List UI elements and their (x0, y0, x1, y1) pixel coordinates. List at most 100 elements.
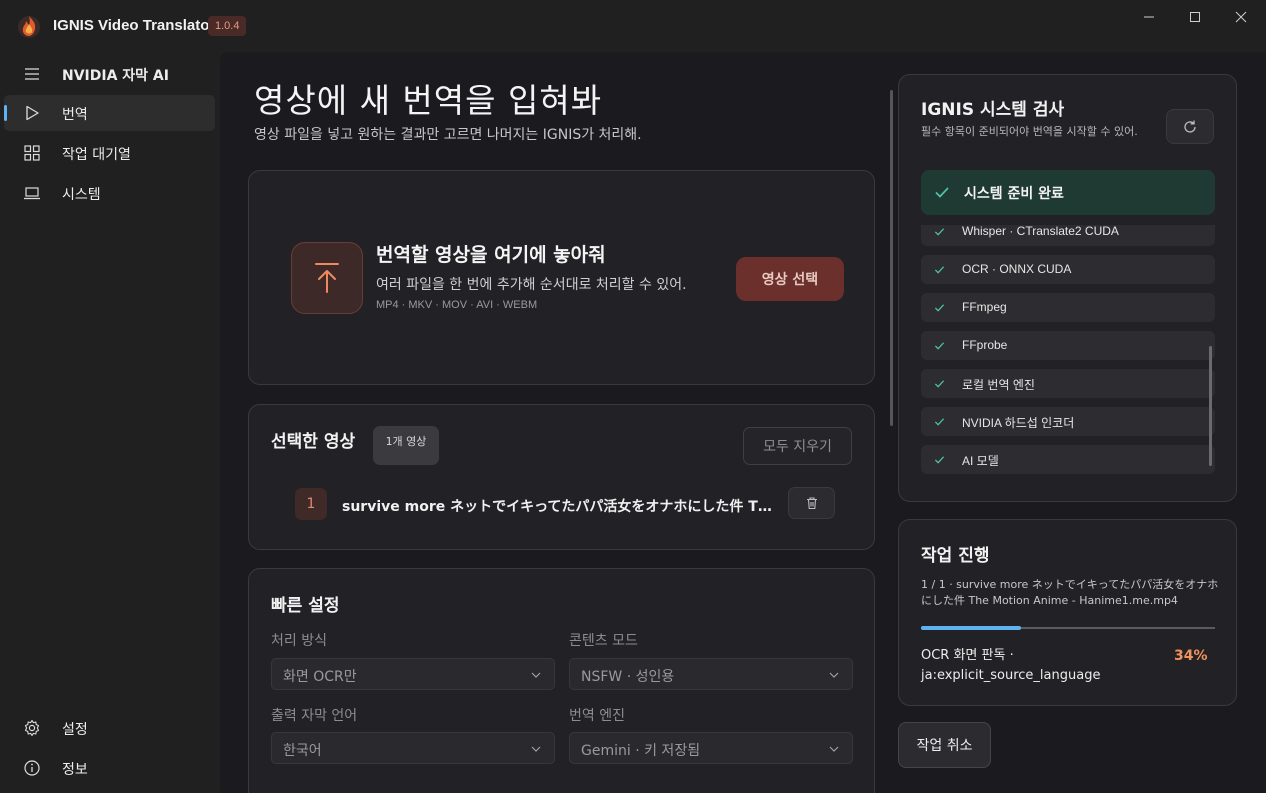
select-value: 화면 OCR만 (283, 669, 357, 685)
select-value: NSFW · 성인용 (581, 669, 675, 685)
quick-settings-title: 빠른 설정 (271, 596, 340, 616)
progress-percent: 34% (1174, 648, 1208, 664)
minimize-icon (1144, 16, 1154, 18)
content-mode-label: 콘텐츠 모드 (569, 633, 638, 649)
page-subtitle: 영상 파일을 넣고 원하는 결과만 고르면 나머지는 IGNIS가 처리해. (254, 127, 642, 143)
sidebar-item-info[interactable]: 정보 (4, 750, 215, 786)
flame-logo-icon (18, 16, 40, 38)
check-item-label: 로컬 번역 엔진 (962, 378, 1035, 392)
supported-formats: MP4 · MKV · MOV · AVI · WEBM (376, 299, 538, 311)
close-icon (1235, 11, 1247, 23)
check-icon (934, 228, 945, 236)
info-icon (24, 760, 40, 776)
system-ready-banner: 시스템 준비 완료 (921, 170, 1215, 215)
version-badge: 1.0.4 (208, 16, 247, 36)
system-ready-text: 시스템 준비 완료 (964, 186, 1064, 202)
sidebar-item-label: 정보 (62, 762, 88, 778)
main-scrollbar[interactable] (890, 90, 893, 426)
output-language-select[interactable]: 한국어 (271, 732, 555, 764)
select-value: Gemini · 키 저장됨 (581, 743, 701, 759)
check-item-ocr: OCR · ONNX CUDA (921, 255, 1215, 284)
check-item-label: AI 모델 (962, 454, 999, 468)
check-icon (934, 304, 945, 312)
job-progress-card: 작업 진행 1 / 1 · survive more ネットでイキってたパパ活女… (898, 519, 1237, 706)
upload-icon-box (291, 242, 363, 314)
progress-bar (921, 626, 1215, 630)
sidebar-item-label: 시스템 (62, 187, 101, 203)
check-icon (934, 418, 945, 426)
selected-videos-title: 선택한 영상 (271, 432, 356, 452)
check-icon (934, 266, 945, 274)
check-list-scrollbar[interactable] (1209, 346, 1212, 466)
check-item-ai-model: AI 모델 (921, 445, 1215, 474)
grid-icon (24, 145, 40, 161)
refresh-button[interactable] (1166, 109, 1214, 144)
system-check-description: 필수 항목이 준비되어야 번역을 시작할 수 있어. (921, 125, 1138, 138)
sidebar-item-label: 설정 (62, 722, 88, 738)
close-window-button[interactable] (1218, 6, 1264, 28)
main-content: 영상에 새 번역을 입혀봐 영상 파일을 넣고 원하는 결과만 고르면 나머지는… (220, 52, 1266, 793)
progress-bar-fill (921, 626, 1021, 630)
chevron-down-icon (531, 746, 541, 752)
content-mode-select[interactable]: NSFW · 성인용 (569, 658, 853, 690)
sidebar-item-queue[interactable]: 작업 대기열 (4, 135, 215, 171)
minimize-button[interactable] (1126, 6, 1172, 28)
check-item-ffprobe: FFprobe (921, 331, 1215, 360)
chevron-down-icon (829, 672, 839, 678)
check-item-whisper: Whisper · CTranslate2 CUDA (921, 225, 1215, 246)
translation-engine-label: 번역 엔진 (569, 708, 625, 724)
select-value: 한국어 (283, 743, 322, 759)
file-index-badge: 1 (295, 488, 327, 520)
check-icon (934, 342, 945, 350)
check-icon (934, 456, 945, 464)
file-name: survive more ネットでイキってたパパ活女をオナホにした件 The M… (342, 499, 772, 515)
chevron-down-icon (531, 672, 541, 678)
delete-file-button[interactable] (788, 487, 835, 519)
sidebar-item-translate[interactable]: 번역 (4, 95, 215, 131)
check-item-label: Whisper · CTranslate2 CUDA (962, 225, 1119, 238)
refresh-icon (1184, 120, 1196, 133)
maximize-button[interactable] (1172, 6, 1218, 28)
check-item-label: OCR · ONNX CUDA (962, 262, 1072, 276)
system-check-title: IGNIS 시스템 검사 (921, 100, 1065, 120)
video-dropzone[interactable]: 번역할 영상을 여기에 놓아줘 여러 파일을 한 번에 추가해 순서대로 처리할… (248, 170, 875, 385)
video-count-badge: 1개 영상 (373, 426, 439, 465)
system-check-list: Whisper · CTranslate2 CUDA OCR · ONNX CU… (921, 225, 1215, 483)
cancel-job-button[interactable]: 작업 취소 (898, 722, 991, 768)
sidebar-item-label: 번역 (62, 107, 88, 123)
check-item-label: FFmpeg (962, 300, 1007, 314)
maximize-icon (1190, 12, 1200, 22)
title-bar: IGNIS Video Translator 1.0.4 (0, 0, 1266, 52)
progress-title: 작업 진행 (921, 546, 990, 566)
sidebar-menu-toggle[interactable]: NVIDIA 자막 AI (4, 56, 215, 92)
play-icon (26, 105, 39, 121)
clear-all-button[interactable]: 모두 지우기 (743, 427, 852, 465)
processing-mode-select[interactable]: 화면 OCR만 (271, 658, 555, 690)
dropzone-description: 여러 파일을 한 번에 추가해 순서대로 처리할 수 있어. (376, 277, 687, 293)
gear-icon (24, 719, 40, 737)
system-check-card: IGNIS 시스템 검사 필수 항목이 준비되어야 번역을 시작할 수 있어. … (898, 74, 1237, 502)
quick-settings-card: 빠른 설정 처리 방식 화면 OCR만 콘텐츠 모드 NSFW · 성인용 출력… (248, 568, 875, 793)
check-item-encoder: NVIDIA 하드섭 인코더 (921, 407, 1215, 436)
check-item-local-engine: 로컬 번역 엔진 (921, 369, 1215, 398)
check-item-ffmpeg: FFmpeg (921, 293, 1215, 322)
check-icon (934, 380, 945, 388)
dropzone-title: 번역할 영상을 여기에 놓아줘 (376, 244, 606, 266)
check-icon (935, 187, 949, 198)
page-title: 영상에 새 번역을 입혀봐 (254, 81, 603, 120)
app-title: IGNIS Video Translator (53, 17, 216, 34)
laptop-icon (24, 187, 40, 200)
upload-arrow-icon (315, 263, 339, 293)
processing-mode-label: 처리 방식 (271, 633, 327, 649)
progress-stage: OCR 화면 판독 · ja:explicit_source_language (921, 648, 1101, 683)
trash-icon (806, 497, 817, 510)
sidebar-item-system[interactable]: 시스템 (4, 175, 215, 211)
sidebar-item-settings[interactable]: 설정 (4, 710, 215, 746)
translation-engine-select[interactable]: Gemini · 키 저장됨 (569, 732, 853, 764)
sidebar-header-label: NVIDIA 자막 AI (62, 68, 169, 84)
sidebar-item-label: 작업 대기열 (62, 147, 131, 163)
chevron-down-icon (829, 746, 839, 752)
select-video-button[interactable]: 영상 선택 (736, 257, 844, 301)
active-indicator (4, 105, 7, 121)
selected-videos-card: 선택한 영상 1개 영상 모두 지우기 1 survive more ネットでイ… (248, 404, 875, 550)
